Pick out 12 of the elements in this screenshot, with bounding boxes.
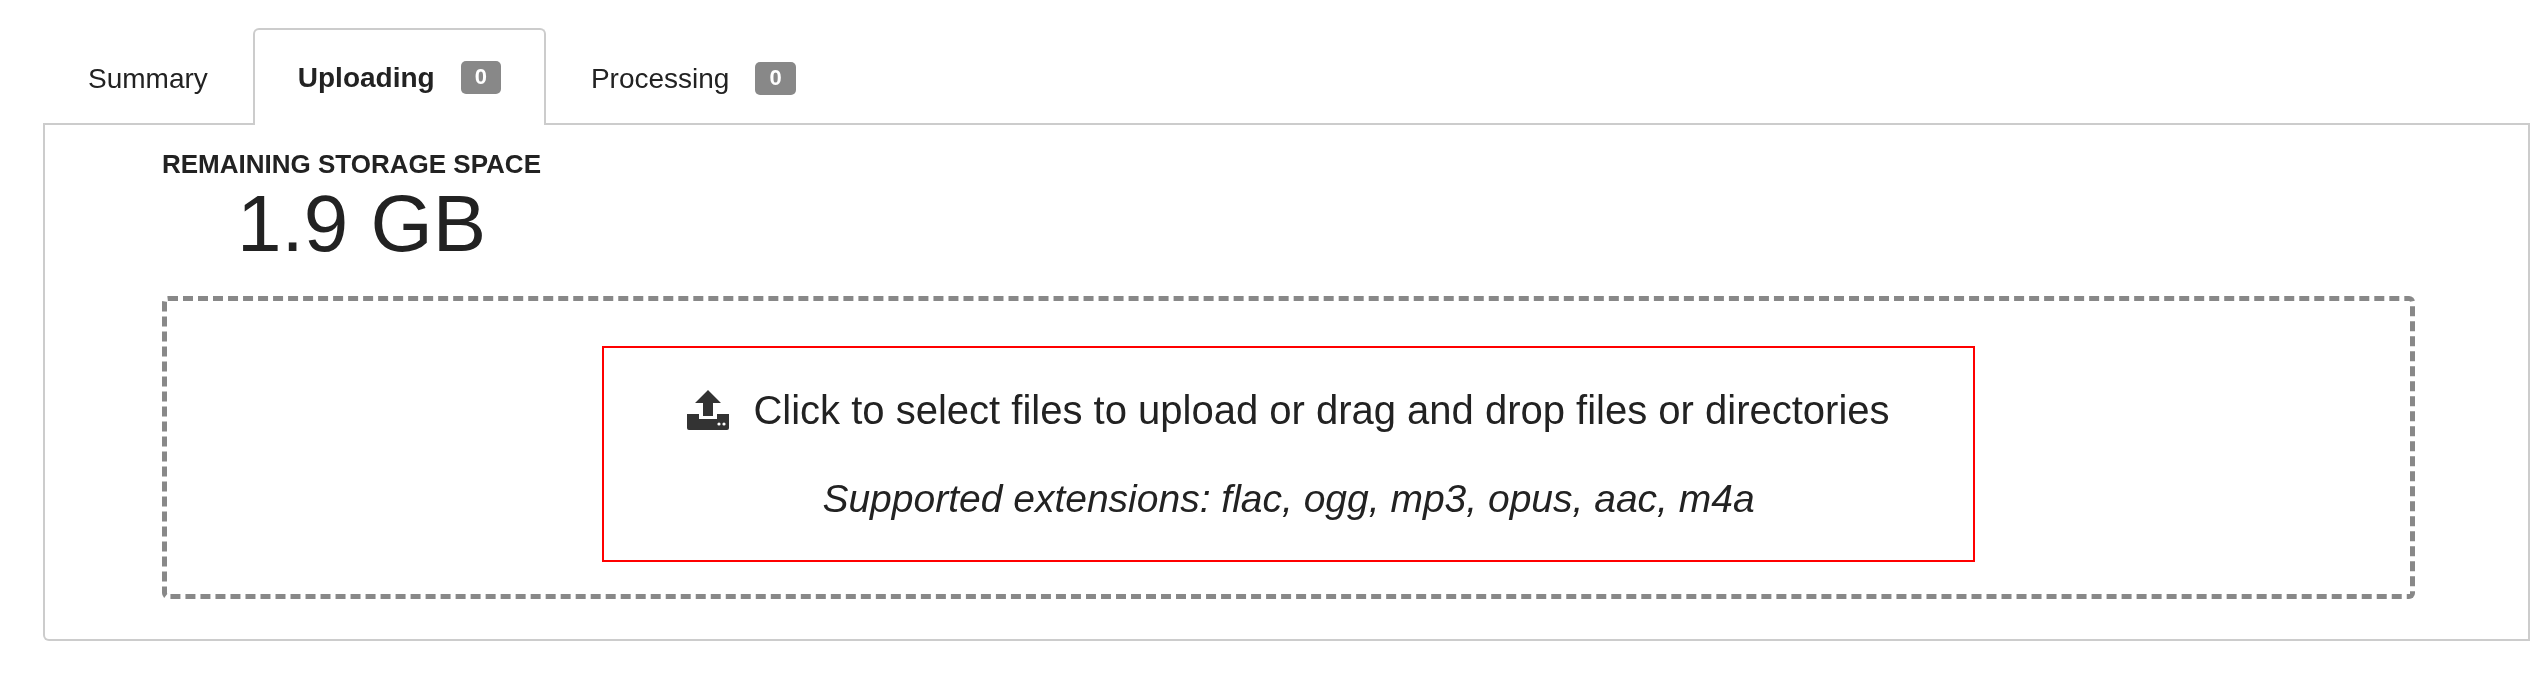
supported-extensions: Supported extensions: flac, ogg, mp3, opus, aac, m4a — [822, 476, 1755, 522]
upload-area[interactable]: Click to select files to upload or drag and drop files or directories Supported extensions: flac, ogg, mp3, opus, aac, m4a — [602, 346, 1975, 562]
count-badge: 0 — [460, 61, 501, 94]
count-badge: 0 — [755, 62, 796, 95]
storage-label: REMAINING STORAGE SPACE — [162, 148, 541, 181]
tab[interactable]: Processing 0 — [545, 30, 841, 125]
upload-icon — [687, 390, 730, 430]
drop-zone[interactable]: Click to select files to upload or drag and drop files or directories Supported extensions: flac, ogg, mp3, opus, aac, m4a — [162, 296, 2415, 599]
upload-prompt: Click to select files to upload or drag and drop files or directories — [753, 387, 1890, 434]
storage-value: 1.9 GB — [236, 179, 487, 268]
tab[interactable]: Summary — [43, 30, 253, 125]
tab[interactable]: Uploading 0 — [252, 28, 546, 125]
